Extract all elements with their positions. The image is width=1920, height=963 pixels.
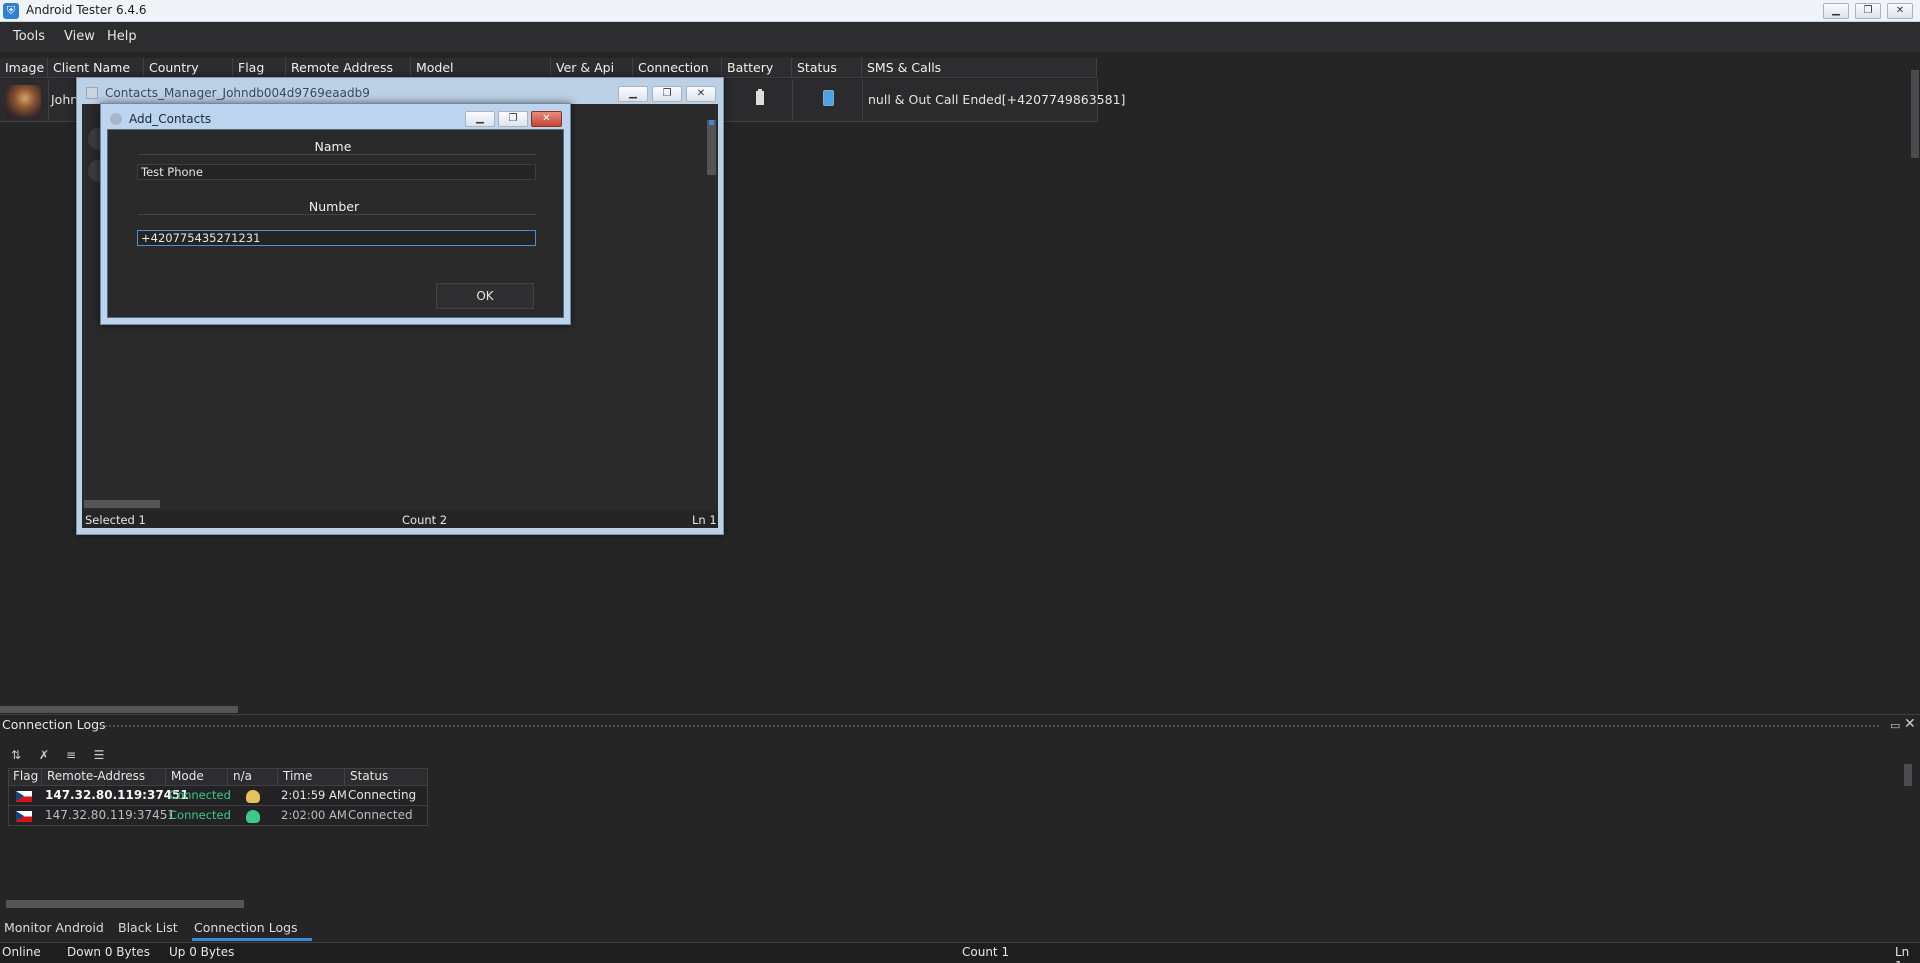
cm-scroll-indicator [709,120,714,125]
client-avatar [5,85,41,118]
czech-flag-icon [16,811,32,822]
main-scroll-thumb[interactable] [1911,70,1919,158]
col-battery[interactable]: Battery [722,58,792,78]
ac-close-button[interactable]: ✕ [531,111,562,127]
name-label: Name [314,139,352,154]
log-time: 2:02:00 AM [281,808,347,822]
cell-divider [792,79,793,122]
green-skull-icon [246,810,260,823]
number-label: Number [308,199,360,214]
logs-col-remote[interactable]: Remote-Address [42,768,166,786]
ac-minimize-button[interactable]: ▁ [465,111,495,127]
cm-close-button[interactable]: ✕ [686,86,716,102]
log-time: 2:01:59 AM [281,788,347,802]
clear-icon[interactable]: ✗ [36,748,52,762]
col-country[interactable]: Country [144,58,233,78]
cm-restore-button[interactable]: ❐ [652,86,682,102]
col-image[interactable]: Image [0,58,48,78]
cm-horizontal-scroll-thumb[interactable] [84,500,160,508]
logs-col-status[interactable]: Status [345,768,428,786]
menu-view[interactable]: View [57,27,102,46]
col-client-name[interactable]: Client Name [48,58,144,78]
name-field[interactable]: Test Phone [137,164,536,180]
logs-col-flag[interactable]: Flag [8,768,42,786]
app-shield-icon: ⛨ [3,3,19,19]
status-line: Ln 1 [1895,945,1910,963]
menu-tools[interactable]: Tools [6,27,52,46]
ok-button[interactable]: OK [436,283,534,309]
ac-restore-button[interactable]: ❐ [498,111,528,127]
close-panel-icon[interactable]: ✕ [1904,716,1916,732]
logs-col-na[interactable]: n/a [228,768,278,786]
window-icon [86,87,98,99]
cm-status-bar [82,511,718,528]
active-tab-indicator [192,938,312,941]
wrap-icon[interactable]: ☰ [91,748,107,762]
status-bar [0,942,1920,963]
battery-icon [756,89,764,105]
sort-icon[interactable]: ⇅ [8,748,24,762]
tab-black-list[interactable]: Black List [118,920,178,935]
status-up: Up 0 Bytes [169,945,235,959]
number-field[interactable]: +420775435271231 [137,230,536,246]
connection-logs-title: Connection Logs [2,717,106,732]
logs-scroll-thumb[interactable] [1904,764,1912,786]
tab-connection-logs[interactable]: Connection Logs [194,920,298,935]
log-status: Connected [348,808,413,822]
col-status[interactable]: Status [792,58,862,78]
status-count: Count 1 [962,945,1010,959]
cm-minimize-button[interactable]: ▁ [618,86,648,102]
cell-divider [862,79,863,122]
title-bar [0,0,1920,22]
logs-col-mode[interactable]: Mode [166,768,228,786]
clear-all-icon[interactable]: ≡ [63,748,79,762]
panel-divider [0,714,1920,715]
restore-button[interactable]: ❐ [1855,3,1881,19]
col-remote-address[interactable]: Remote Address [286,58,411,78]
log-mode: Connected [169,808,231,822]
col-ver-api[interactable]: Ver & Api [551,58,633,78]
tab-monitor-android[interactable]: Monitor Android [4,920,104,935]
logs-col-time[interactable]: Time [278,768,345,786]
contacts-manager-title: Contacts_Manager_Johndb004d9769eaadb9 [105,86,370,100]
close-button[interactable]: ✕ [1887,3,1913,19]
log-mode: Connected [169,788,231,802]
maximize-panel-icon[interactable]: ▭ [1890,719,1900,732]
dialog-icon [110,113,122,125]
log-status: Connecting [348,788,417,802]
col-flag[interactable]: Flag [233,58,286,78]
add-contacts-title: Add_Contacts [129,112,212,126]
logs-horizontal-scroll-thumb[interactable] [6,900,244,908]
window-title: Android Tester 6.4.6 [26,3,147,17]
status-down: Down 0 Bytes [67,945,150,959]
col-sms-calls[interactable]: SMS & Calls [862,58,1097,78]
cm-count: Count 2 [402,513,448,527]
phone-status-icon [823,90,834,106]
menu-help[interactable]: Help [100,27,144,46]
sms-calls-cell: null & Out Call Ended[+4207749863581] [868,92,1126,107]
client-name: John [51,92,79,107]
yellow-skull-icon [246,790,260,803]
status-online: Online [2,945,41,959]
log-remote-address: 147.32.80.119:37451 [45,808,176,822]
cm-selected: Selected 1 [85,513,146,527]
main-horizontal-scroll-thumb[interactable] [0,706,238,713]
name-divider [138,154,536,155]
panel-grip[interactable] [100,724,1880,729]
col-model[interactable]: Model [411,58,551,78]
cell-divider [48,79,49,122]
czech-flag-icon [16,791,32,802]
col-connection[interactable]: Connection [633,58,722,78]
number-divider [138,214,536,215]
menu-bar [0,22,1920,52]
cm-scroll-thumb[interactable] [707,120,716,175]
cm-line: Ln 1 [692,513,717,527]
minimize-button[interactable]: ▁ [1823,3,1849,19]
